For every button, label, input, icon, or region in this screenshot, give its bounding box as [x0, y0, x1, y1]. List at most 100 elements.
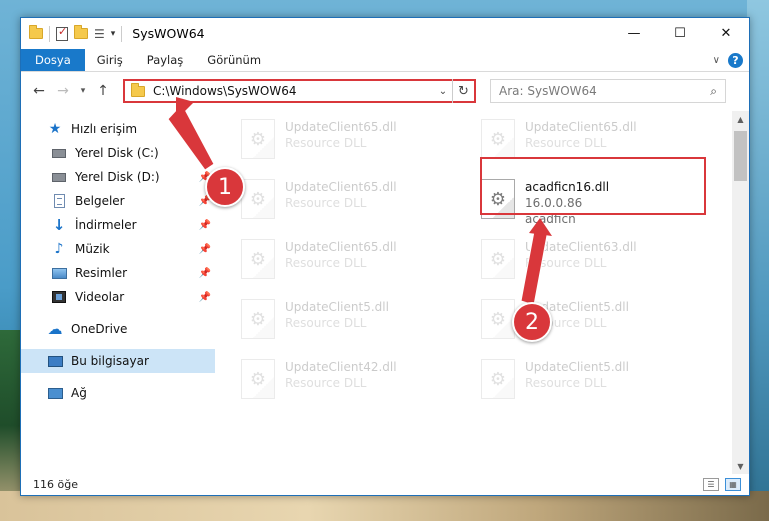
chevron-down-icon[interactable]: ▾ [111, 29, 116, 39]
chevron-down-icon[interactable]: ⌄ [434, 86, 452, 97]
dll-file-icon: ⚙ [241, 119, 275, 159]
pin-icon[interactable]: 📌 [199, 172, 211, 183]
details-view-icon[interactable]: ☰ [703, 478, 719, 491]
dll-file-icon: ⚙ [481, 359, 515, 399]
title-bar: ☰ ▾ SysWOW64 — ☐ ✕ [21, 18, 749, 49]
nav-item-downloads[interactable]: ↓ İndirmeler 📌 [21, 213, 215, 237]
pin-icon[interactable]: 📌 [199, 292, 211, 303]
nav-network[interactable]: Ağ [21, 381, 215, 405]
file-tile-acadficn16[interactable]: ⚙ acadficn16.dll 16.0.0.86 acadficn [481, 179, 681, 229]
file-description: Resource DLL [285, 376, 367, 390]
search-input[interactable]: Ara: SysWOW64 ⌕ [490, 79, 726, 103]
up-button[interactable]: ↑ [91, 83, 115, 99]
expand-ribbon-icon[interactable]: ∨ [713, 55, 720, 66]
nav-item-local-disk-c[interactable]: Yerel Disk (C:) [21, 141, 215, 165]
file-tile[interactable]: ⚙ UpdateClient65.dll Resource DLL [241, 239, 441, 289]
ribbon-right: ∨ ? [713, 49, 749, 71]
nav-label: Hızlı erişim [71, 122, 138, 136]
nav-quick-access[interactable]: ★ Hızlı erişim [21, 117, 215, 141]
address-bar[interactable]: C:\Windows\SysWOW64 ⌄ ↻ [123, 79, 476, 103]
pin-icon[interactable]: 📌 [199, 196, 211, 207]
file-tile[interactable]: ⚙ UpdateClient65.dll Resource DLL [241, 179, 441, 229]
address-path[interactable]: C:\Windows\SysWOW64 [153, 84, 434, 98]
pictures-icon [51, 266, 67, 280]
nav-label: Bu bilgisayar [71, 354, 149, 368]
star-icon: ★ [48, 121, 62, 137]
tab-file[interactable]: Dosya [21, 49, 85, 71]
dll-file-icon: ⚙ [481, 299, 515, 339]
nav-item-videos[interactable]: Videolar 📌 [21, 285, 215, 309]
address-row: ← → ▾ ↑ C:\Windows\SysWOW64 ⌄ ↻ Ara: Sys… [21, 72, 749, 110]
tab-share[interactable]: Paylaş [135, 49, 196, 71]
file-tile[interactable]: ⚙ UpdateClient5.dll Resource DLL [481, 359, 681, 409]
new-folder-icon[interactable] [74, 25, 88, 39]
dll-file-icon: ⚙ [241, 239, 275, 279]
file-tile[interactable]: ⚙ UpdateClient5.dll Resource DLL [241, 299, 441, 349]
toolbar-separator [121, 25, 123, 42]
search-placeholder[interactable]: Ara: SysWOW64 [499, 84, 710, 98]
file-description: Resource DLL [525, 256, 607, 270]
nav-label: Resimler [75, 266, 128, 280]
file-description: Resource DLL [285, 256, 367, 270]
dll-file-icon: ⚙ [481, 119, 515, 159]
properties-icon[interactable] [56, 25, 68, 41]
file-tile[interactable]: ⚙ UpdateClient65.dll Resource DLL [241, 119, 441, 169]
back-button[interactable]: ← [27, 83, 51, 99]
minimize-button[interactable]: — [611, 18, 657, 49]
pin-icon[interactable]: 📌 [199, 220, 211, 231]
file-tile[interactable]: ⚙ UpdateClient65.dll Resource DLL [481, 119, 681, 169]
scroll-down-icon[interactable]: ▼ [732, 458, 749, 474]
pin-icon[interactable]: 📌 [199, 244, 211, 255]
ribbon-tabs: Dosya Giriş Paylaş Görünüm ∨ ? [21, 49, 749, 72]
nav-item-documents[interactable]: Belgeler 📌 [21, 189, 215, 213]
recent-locations-button[interactable]: ▾ [75, 86, 91, 96]
dll-file-icon: ⚙ [481, 179, 515, 219]
tab-view[interactable]: Görünüm [195, 49, 273, 71]
nav-label: Belgeler [75, 194, 125, 208]
status-bar: 116 öğe ☰ ▦ [21, 474, 749, 495]
tab-home[interactable]: Giriş [85, 49, 135, 71]
dll-file-icon: ⚙ [481, 239, 515, 279]
dll-file-icon: ⚙ [241, 359, 275, 399]
file-description: Resource DLL [525, 136, 607, 150]
close-button[interactable]: ✕ [703, 18, 749, 49]
vertical-scrollbar[interactable]: ▲ ▼ [732, 111, 749, 474]
forward-button[interactable]: → [51, 83, 75, 99]
file-tile[interactable]: ⚙ UpdateClient5.dll Resource DLL [481, 299, 681, 349]
pin-icon[interactable]: 📌 [199, 268, 211, 279]
file-tile[interactable]: ⚙ UpdateClient42.dll Resource DLL [241, 359, 441, 409]
videos-icon [51, 290, 67, 304]
network-icon [47, 386, 63, 400]
maximize-button[interactable]: ☐ [657, 18, 703, 49]
nav-item-music[interactable]: ♪ Müzik 📌 [21, 237, 215, 261]
nav-label: Yerel Disk (D:) [75, 170, 160, 184]
computer-icon [47, 354, 63, 368]
navigation-pane: ★ Hızlı erişim Yerel Disk (C:) Yerel Dis… [21, 111, 215, 474]
scroll-thumb[interactable] [734, 131, 747, 181]
drive-icon [51, 146, 67, 160]
nav-item-local-disk-d[interactable]: Yerel Disk (D:) 📌 [21, 165, 215, 189]
nav-this-pc[interactable]: Bu bilgisayar [21, 349, 215, 373]
file-name: UpdateClient65.dll [285, 120, 397, 134]
search-icon[interactable]: ⌕ [710, 84, 717, 99]
drive-icon [51, 170, 67, 184]
customize-toolbar-icon[interactable]: ☰ [94, 27, 105, 41]
downloads-icon: ↓ [52, 216, 66, 234]
nav-label: OneDrive [71, 322, 128, 336]
refresh-button[interactable]: ↻ [452, 79, 474, 103]
cloud-icon: ☁ [47, 320, 63, 338]
tiles-view-icon[interactable]: ▦ [725, 478, 741, 491]
item-count: 116 öğe [33, 478, 78, 491]
nav-label: Ağ [71, 386, 87, 400]
nav-item-pictures[interactable]: Resimler 📌 [21, 261, 215, 285]
file-description: Resource DLL [285, 136, 367, 150]
file-explorer-window: ☰ ▾ SysWOW64 — ☐ ✕ Dosya Giriş Paylaş Gö… [20, 17, 750, 496]
file-name: UpdateClient5.dll [525, 300, 629, 314]
help-icon[interactable]: ? [728, 52, 743, 68]
documents-icon [51, 194, 67, 208]
nav-onedrive[interactable]: ☁ OneDrive [21, 317, 215, 341]
scroll-up-icon[interactable]: ▲ [732, 111, 749, 127]
file-version: 16.0.0.86 [525, 196, 583, 210]
file-tile[interactable]: ⚙ UpdateClient63.dll Resource DLL [481, 239, 681, 289]
